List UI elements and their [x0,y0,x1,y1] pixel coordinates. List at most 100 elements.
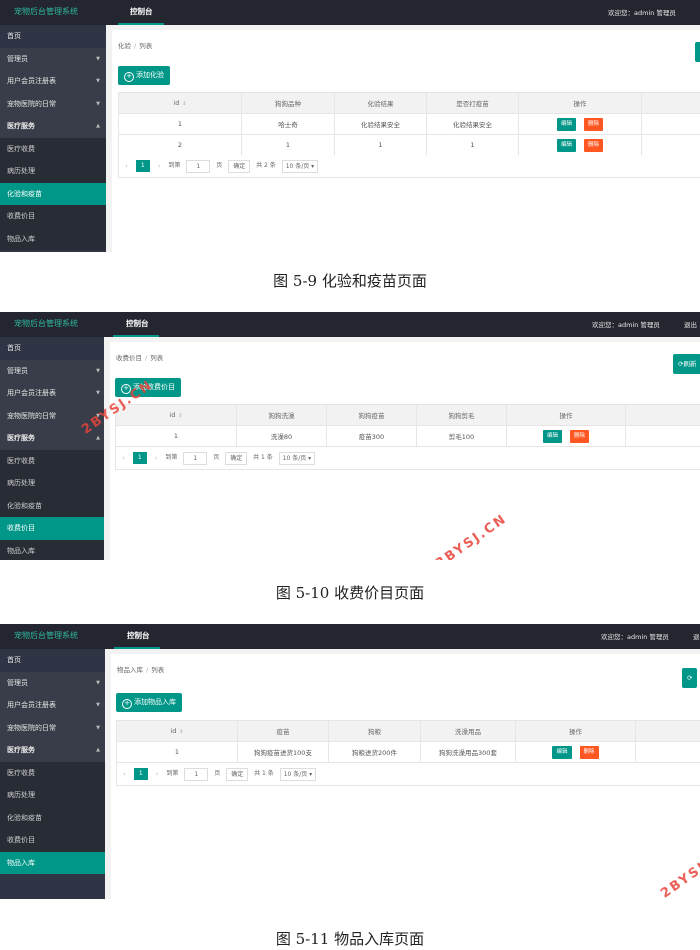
goto-confirm-button[interactable]: 确定 [228,159,251,173]
page-size-select[interactable]: 10 条/页 ▾ [278,451,316,465]
goto-page-input[interactable]: 1 [183,451,208,465]
prev-page-icon[interactable]: ‹ [122,447,125,469]
edit-button[interactable]: 编辑 [552,745,572,759]
tab-console[interactable]: 控制台 [127,630,150,641]
sidebar-item-medical-fee[interactable]: 医疗收费 [0,761,106,784]
total-count: 共 1 条 [254,770,274,777]
sidebar-item-admin[interactable]: 管理员 ▼ [0,47,106,70]
chevron-down-icon: ▼ [96,100,100,107]
page-number-current[interactable]: 1 [135,160,150,172]
tab-console[interactable]: 控制台 [130,6,153,17]
page-number-current[interactable]: 1 [133,768,148,780]
sidebar-item-label: 用户会员注册表 [7,701,56,709]
sidebar-item-price-list[interactable]: 收费价目 [0,517,106,540]
column-header-id[interactable]: id ⇕ [116,720,238,742]
content-panel: 化验 / 列表 + 添加化验 id ⇕ 狗狗品种 化验结果 是否打疫苗 操作 1 哈士奇… [112,30,700,252]
sidebar-item-medical-fee[interactable]: 医疗收费 [0,137,106,160]
sidebar-item-price-list[interactable]: 收费价目 [0,829,106,852]
next-page-icon[interactable]: › [156,763,159,785]
edit-button[interactable]: 编辑 [556,117,576,131]
page-number-current[interactable]: 1 [132,452,147,464]
breadcrumb: 物品入库 / 列表 [117,664,164,674]
add-button-label: 添加化验 [136,71,164,79]
column-header: 操作 [518,92,642,114]
sidebar-item-lab-vaccine[interactable]: 化验和疫苗 [0,182,106,205]
sidebar-item-medical[interactable]: 医疗服务 ▲ [0,739,106,762]
breadcrumb-item[interactable]: 物品入库 [117,666,143,674]
sidebar-item-records[interactable]: 病历处理 [0,472,106,495]
sidebar-item-price-list[interactable]: 收费价目 [0,205,106,228]
column-header-id[interactable]: id ⇕ [115,404,237,426]
table-row: 1 洗澡80 疫苗300 剪毛100 编辑 删除 [115,425,700,447]
delete-button[interactable]: 删除 [584,117,604,131]
prev-page-icon[interactable]: ‹ [123,763,126,785]
edit-button[interactable]: 编辑 [542,429,562,443]
table-cell: 化验结果安全 [334,113,427,135]
logout-link[interactable]: 退出 [693,631,700,641]
sidebar-item-label: 管理员 [7,54,28,63]
content-area: 化验 / 列表 + 添加化验 id ⇕ 狗狗品种 化验结果 是否打疫苗 操作 1 哈士奇… [106,25,700,252]
sidebar-item-label: 病历处理 [7,791,35,799]
page-size-select[interactable]: 10 条/页 ▾ [281,159,319,173]
refresh-button[interactable]: ⟳ [682,668,698,688]
next-page-icon[interactable]: › [155,447,158,469]
sidebar-item-members[interactable]: 用户会员注册表 ▼ [0,382,106,405]
goto-label: 到第 [166,770,179,777]
sidebar-item-stock-in[interactable]: 物品入库 [0,227,106,250]
goto-confirm-button[interactable]: 确定 [226,767,249,781]
pagination: ‹ 1 › 到第 1 页 确定 共 2 条 10 条/页 ▾ [118,155,700,178]
sort-icon[interactable]: ⇕ [179,729,183,735]
add-lab-button[interactable]: + 添加化验 [118,66,170,85]
sidebar-item-records[interactable]: 病历处理 [0,160,106,183]
refresh-button[interactable]: ⟳刷新 [673,354,700,374]
chevron-down-icon: ▼ [96,367,100,374]
delete-button[interactable]: 删除 [584,138,604,152]
top-bar: 宠物后台管理系统 控制台 欢迎您：admin 管理员 [0,0,700,25]
data-table: id ⇕ 狗狗洗澡 狗狗疫苗 狗狗剪毛 操作 1 洗澡80 疫苗300 剪毛100… [115,404,700,447]
sidebar-item-home[interactable]: 首页 [0,25,106,48]
sidebar-item-admin[interactable]: 管理员 ▼ [0,359,106,382]
logout-link[interactable]: 退出 [684,319,697,329]
breadcrumb-item[interactable]: 收费价目 [116,354,142,362]
prev-page-icon[interactable]: ‹ [125,155,128,177]
top-bar: 宠物后台管理系统 控制台 欢迎您：admin 管理员 退出 [0,624,700,649]
goto-page-input[interactable]: 1 [186,159,211,173]
table-cell: 哈士奇 [241,113,335,135]
sidebar-item-stock-in[interactable]: 物品入库 [0,539,106,560]
sidebar-item-admin[interactable]: 管理员 ▼ [0,671,106,694]
sidebar-item-lab-vaccine[interactable]: 化验和疫苗 [0,494,106,517]
content-area: 物品入库 / 列表 ⟳ + 添加物品入库 id ⇕ 疫苗 狗粮 洗澡用品 操作 1 狗狗… [105,649,700,899]
sidebar-item-daily[interactable]: 宠物医院的日常 ▼ [0,92,106,115]
sidebar-item-home[interactable]: 首页 [0,337,106,360]
sidebar-item-members[interactable]: 用户会员注册表 ▼ [0,694,106,717]
next-page-icon[interactable]: › [158,155,161,177]
sidebar-item-medical-fee[interactable]: 医疗收费 [0,449,106,472]
edit-button[interactable]: 编辑 [556,138,576,152]
table-cell: 洗澡80 [236,425,327,447]
sidebar-item-members[interactable]: 用户会员注册表 ▼ [0,70,106,93]
sidebar-item-medical[interactable]: 医疗服务 ▲ [0,115,106,138]
sort-icon[interactable]: ⇕ [178,413,182,419]
breadcrumb-item[interactable]: 化验 [118,42,131,50]
table-row: 1 哈士奇 化验结果安全 化验结果安全 编辑 删除 [118,113,700,135]
chevron-up-icon: ▲ [96,747,100,753]
goto-page-input[interactable]: 1 [184,767,209,781]
table-actions: 编辑 删除 [518,134,642,156]
sidebar-item-records[interactable]: 病历处理 [0,784,106,807]
column-header-id[interactable]: id ⇕ [118,92,242,114]
sidebar-item-daily[interactable]: 宠物医院的日常 ▼ [0,716,106,739]
sidebar-item-stock-in[interactable]: 物品入库 [0,851,106,874]
table-row: 1 狗狗疫苗进货100支 狗粮进货200件 狗狗洗澡用品300套 编辑 删除 [116,741,700,763]
figure-caption: 图 5-11 物品入库页面 [275,930,425,948]
refresh-button[interactable] [695,42,700,62]
goto-confirm-button[interactable]: 确定 [225,451,248,465]
delete-button[interactable]: 删除 [579,745,599,759]
add-stock-button[interactable]: + 添加物品入库 [116,693,182,712]
sidebar-item-lab-vaccine[interactable]: 化验和疫苗 [0,806,106,829]
page-size-select[interactable]: 10 条/页 ▾ [279,767,317,781]
tab-console[interactable]: 控制台 [126,318,149,329]
delete-button[interactable]: 删除 [570,429,590,443]
sidebar-item-home[interactable]: 首页 [0,649,106,672]
sort-icon[interactable]: ⇕ [182,101,186,107]
page-label: 页 [216,162,223,169]
